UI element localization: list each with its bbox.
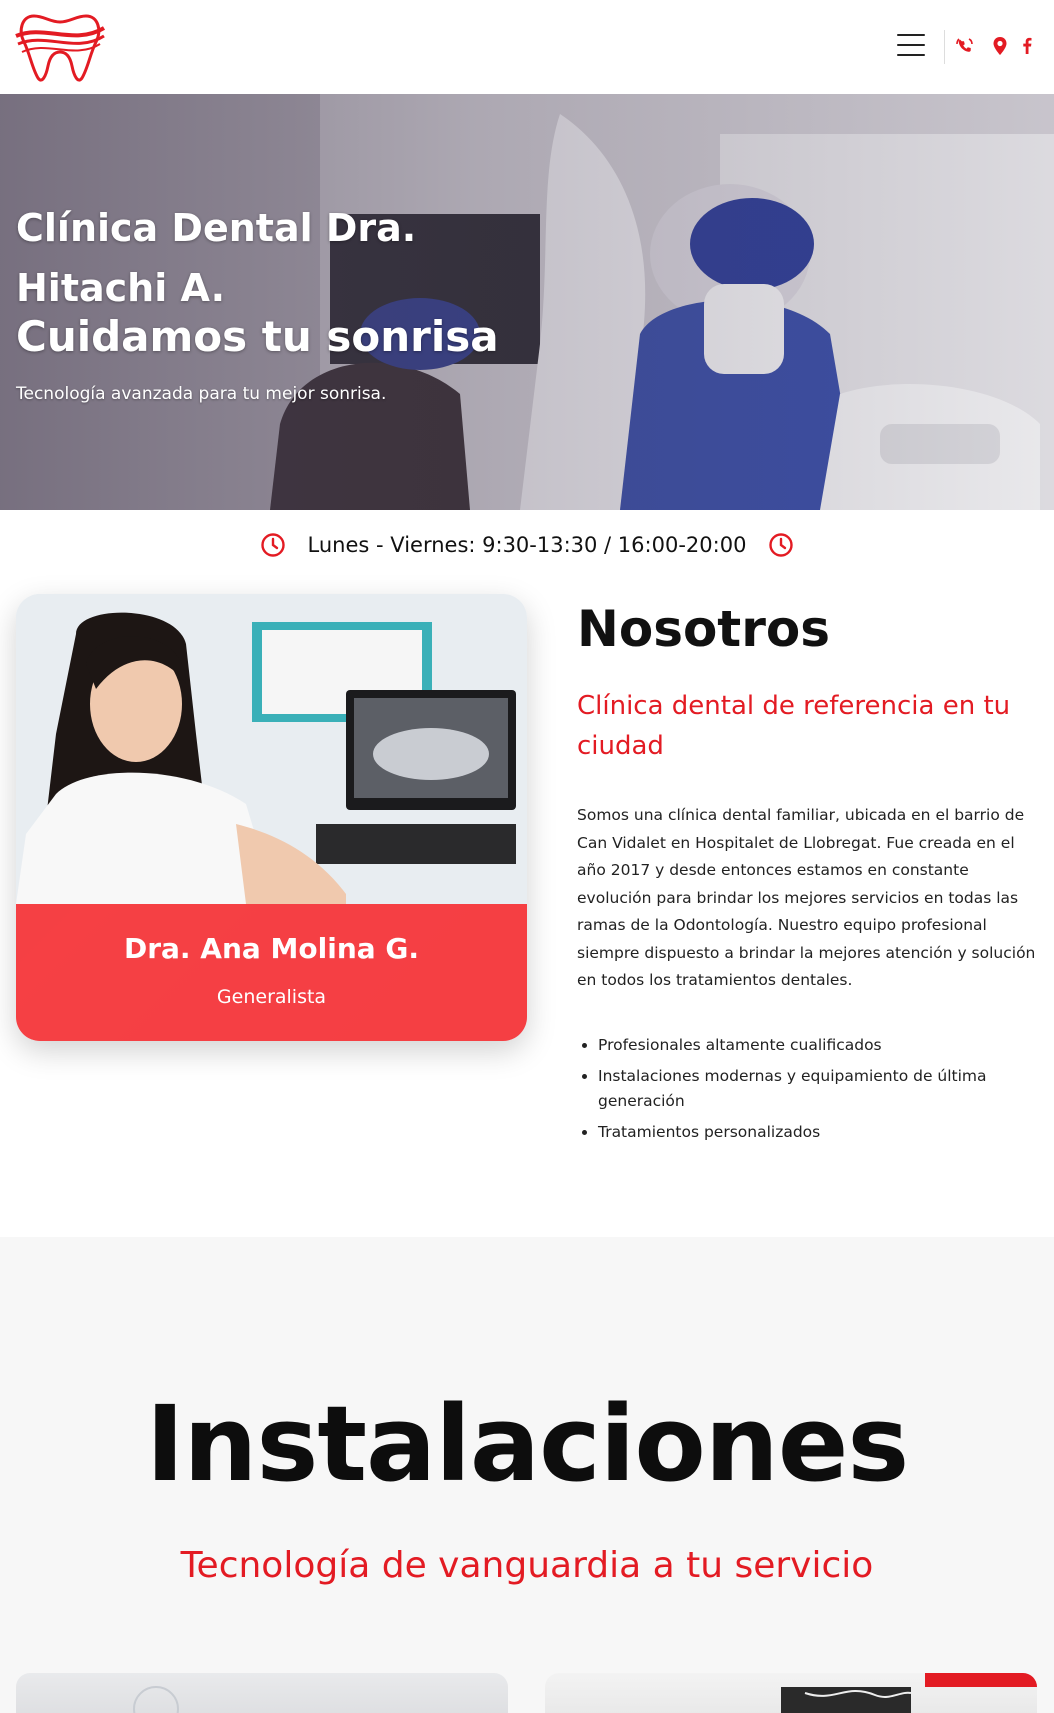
about-body: Somos una clínica dental familiar, ubica… xyxy=(577,806,1036,989)
hero-title: Clínica Dental Dra. Hitachi A. xyxy=(16,198,536,318)
clock-icon xyxy=(768,533,793,557)
hero-title-line2: Hitachi A. xyxy=(16,266,226,310)
facility-photo-art xyxy=(781,1673,1037,1713)
hero-banner: Clínica Dental Dra. Hitachi A. Cuidamos … xyxy=(0,94,1054,510)
header-divider xyxy=(944,30,945,64)
hamburger-menu-icon[interactable] xyxy=(897,34,925,56)
doctor-role: Generalista xyxy=(216,986,327,1008)
list-item: Tratamientos personalizados xyxy=(598,1120,1038,1145)
facility-image[interactable] xyxy=(16,1673,508,1713)
hero-tagline: Tecnología avanzada para tu mejor sonris… xyxy=(16,384,387,404)
list-item: Instalaciones modernas y equipamiento de… xyxy=(598,1064,1038,1114)
doctor-photo xyxy=(16,594,527,904)
facilities-section: Instalaciones Tecnología de vanguardia a… xyxy=(0,1237,1054,1713)
phone-icon[interactable] xyxy=(955,36,975,56)
doctor-name: Dra. Ana Molina G. xyxy=(123,932,420,965)
about-title: Nosotros xyxy=(577,600,830,658)
facilities-subtitle: Tecnología de vanguardia a tu servicio xyxy=(180,1545,874,1586)
hero-title-line1: Clínica Dental Dra. xyxy=(16,206,417,250)
clock-icon xyxy=(261,533,286,557)
facility-photo-lamp xyxy=(133,1686,179,1713)
facebook-icon[interactable] xyxy=(1017,36,1037,56)
about-features-list: Profesionales altamente cualificados Ins… xyxy=(598,1033,1038,1151)
doctor-card[interactable]: Dra. Ana Molina G. Generalista xyxy=(16,594,527,1041)
doctor-card-band xyxy=(16,904,527,1041)
facility-image[interactable] xyxy=(545,1673,1037,1713)
site-header xyxy=(0,0,1054,94)
about-subtitle: Clínica dental de referencia en tu ciuda… xyxy=(577,691,1011,761)
tooth-logo-icon[interactable] xyxy=(14,6,106,86)
facilities-title: Instalaciones xyxy=(145,1383,910,1505)
opening-hours: Lunes - Viernes: 9:30-13:30 / 16:00-20:0… xyxy=(0,532,1054,572)
list-item: Profesionales altamente cualificados xyxy=(598,1033,1038,1058)
hero-subtitle: Cuidamos tu sonrisa xyxy=(16,312,499,361)
opening-hours-text: Lunes - Viernes: 9:30-13:30 / 16:00-20:0… xyxy=(307,533,747,557)
location-pin-icon[interactable] xyxy=(990,36,1010,56)
